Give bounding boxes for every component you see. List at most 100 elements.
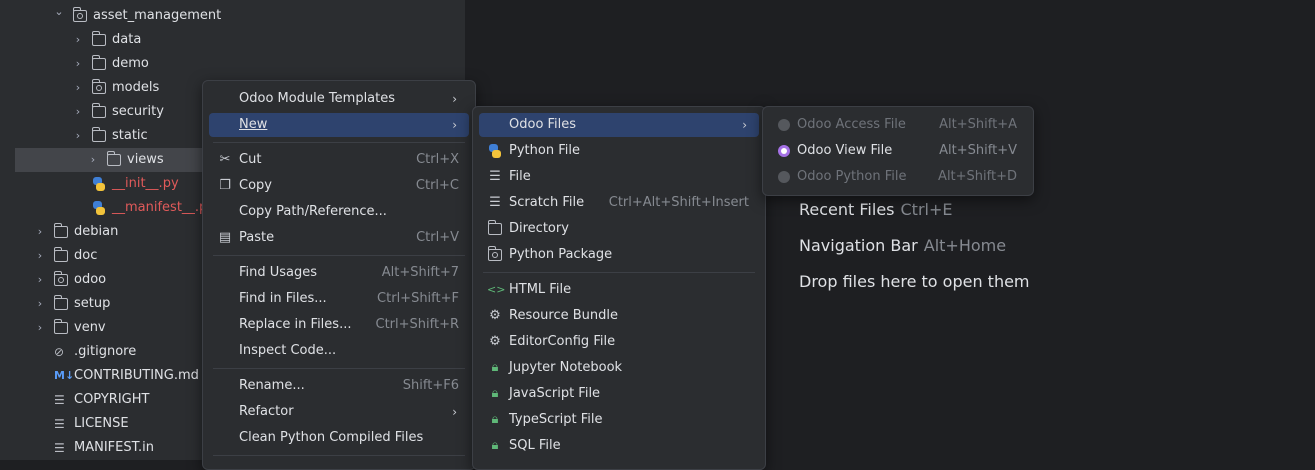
package-folder-icon: [53, 271, 68, 286]
new-submenu: Odoo Files › Python File ☰ File ☰ Scratc…: [472, 106, 766, 470]
welcome-recent-files[interactable]: Recent Files Ctrl+E: [799, 200, 952, 219]
menu-scratch-file-shortcut: Ctrl+Alt+Shift+Insert: [608, 195, 749, 210]
chevron-right-icon: ›: [452, 118, 457, 132]
gear-icon: ⚙: [489, 308, 501, 323]
menu-odoo-python-file-label: Odoo Python File: [797, 169, 907, 184]
tree-item-label: views: [127, 152, 164, 167]
folder-icon: [91, 127, 106, 142]
menu-copy-shortcut: Ctrl+C: [415, 178, 459, 193]
chevron-right-icon[interactable]: ›: [72, 28, 84, 52]
menu-file[interactable]: ☰ File: [479, 165, 759, 189]
menu-rename[interactable]: Rename... Shift+F6: [209, 374, 469, 398]
clipboard-icon: ▤: [218, 230, 232, 245]
html-icon: <>: [487, 283, 506, 296]
chevron-right-icon[interactable]: ›: [72, 124, 84, 148]
menu-odoo-files[interactable]: Odoo Files ›: [479, 113, 759, 137]
menu-copy-path[interactable]: Copy Path/Reference...: [209, 200, 469, 224]
menu-sql-label: SQL File: [509, 438, 561, 453]
menu-sql[interactable]: 🔒︎ SQL File: [479, 434, 759, 458]
menu-new[interactable]: New ›: [209, 113, 469, 137]
radio-icon: [778, 119, 790, 131]
ignore-file-icon: ⊘: [54, 345, 65, 359]
menu-clean-python[interactable]: Clean Python Compiled Files: [209, 426, 469, 450]
chevron-right-icon[interactable]: ›: [34, 244, 46, 268]
chevron-right-icon[interactable]: ›: [87, 148, 99, 172]
menu-directory-label: Directory: [509, 221, 569, 236]
menu-separator: [213, 455, 465, 456]
menu-python-file[interactable]: Python File: [479, 139, 759, 163]
menu-resource-bundle-label: Resource Bundle: [509, 308, 619, 323]
menu-cut[interactable]: ✂ Cut Ctrl+X: [209, 148, 469, 172]
package-folder-icon: [72, 7, 87, 22]
menu-javascript[interactable]: 🔒︎ JavaScript File: [479, 382, 759, 406]
menu-copy-path-label: Copy Path/Reference...: [239, 204, 387, 219]
menu-odoo-files-label: Odoo Files: [509, 117, 577, 132]
menu-odoo-view-file[interactable]: Odoo View File Alt+Shift+V: [769, 139, 1027, 163]
chevron-right-icon[interactable]: ›: [34, 268, 46, 292]
tree-item[interactable]: ⌄ asset_management: [0, 4, 465, 28]
menu-find-in-files-shortcut: Ctrl+Shift+F: [377, 291, 459, 306]
tree-item[interactable]: › data: [0, 28, 465, 52]
welcome-navigation-bar-label: Navigation Bar: [799, 236, 918, 255]
menu-cut-label: Cut: [239, 152, 262, 167]
menu-find-usages-shortcut: Alt+Shift+7: [381, 265, 459, 280]
menu-odoo-access-file-label: Odoo Access File: [797, 117, 906, 132]
menu-typescript[interactable]: 🔒︎ TypeScript File: [479, 408, 759, 432]
menu-inspect-code[interactable]: Inspect Code...: [209, 339, 469, 363]
odoo-files-submenu: Odoo Access File Alt+Shift+A Odoo View F…: [762, 106, 1034, 196]
menu-jupyter[interactable]: 🔒︎ Jupyter Notebook: [479, 356, 759, 380]
menu-paste[interactable]: ▤ Paste Ctrl+V: [209, 226, 469, 250]
lock-icon: 🔒︎: [491, 412, 499, 427]
menu-find-in-files[interactable]: Find in Files... Ctrl+Shift+F: [209, 287, 469, 311]
menu-replace-in-files[interactable]: Replace in Files... Ctrl+Shift+R: [209, 313, 469, 337]
menu-copy[interactable]: ❐ Copy Ctrl+C: [209, 174, 469, 198]
context-menu: Odoo Module Templates › New › ✂ Cut Ctrl…: [202, 80, 476, 470]
chevron-right-icon[interactable]: ›: [34, 220, 46, 244]
tree-item-label: CONTRIBUTING.md: [74, 368, 199, 383]
tree-item-label: COPYRIGHT: [74, 392, 150, 407]
menu-html-file[interactable]: <> HTML File: [479, 278, 759, 302]
menu-odoo-access-file-shortcut: Alt+Shift+A: [939, 117, 1017, 132]
chevron-down-icon[interactable]: ⌄: [53, 0, 65, 24]
chevron-right-icon[interactable]: ›: [72, 100, 84, 124]
folder-icon: [53, 247, 68, 262]
menu-python-package-label: Python Package: [509, 247, 613, 262]
menu-copy-label: Copy: [239, 178, 272, 193]
folder-icon: [53, 319, 68, 334]
tree-item-label: setup: [74, 296, 111, 311]
menu-separator: [213, 142, 465, 143]
radio-selected-icon: [778, 145, 790, 157]
menu-new-label: New: [239, 117, 268, 132]
tree-item[interactable]: › demo: [0, 52, 465, 76]
folder-icon: [91, 103, 106, 118]
tree-item-label: data: [112, 32, 142, 47]
chevron-right-icon[interactable]: ›: [34, 292, 46, 316]
menu-python-file-label: Python File: [509, 143, 580, 158]
tree-item-label: .gitignore: [74, 344, 137, 359]
copy-icon: ❐: [219, 178, 231, 193]
menu-odoo-python-file[interactable]: Odoo Python File Alt+Shift+D: [769, 165, 1027, 189]
chevron-right-icon[interactable]: ›: [34, 316, 46, 340]
menu-editorconfig[interactable]: ⚙ EditorConfig File: [479, 330, 759, 354]
menu-resource-bundle[interactable]: ⚙ Resource Bundle: [479, 304, 759, 328]
menu-javascript-label: JavaScript File: [509, 386, 601, 401]
tree-item-label: odoo: [74, 272, 107, 287]
menu-scratch-file[interactable]: ☰ Scratch File Ctrl+Alt+Shift+Insert: [479, 191, 759, 215]
menu-directory[interactable]: Directory: [479, 217, 759, 241]
menu-separator: [213, 368, 465, 369]
welcome-navigation-bar[interactable]: Navigation Bar Alt+Home: [799, 236, 1006, 255]
folder-icon: [53, 223, 68, 238]
menu-odoo-module-templates[interactable]: Odoo Module Templates ›: [209, 87, 469, 111]
menu-refactor[interactable]: Refactor ›: [209, 400, 469, 424]
welcome-recent-files-shortcut: Ctrl+E: [900, 200, 953, 219]
menu-cut-shortcut: Ctrl+X: [416, 152, 459, 167]
chevron-right-icon[interactable]: ›: [72, 76, 84, 100]
tree-item-label: asset_management: [93, 8, 222, 23]
chevron-right-icon[interactable]: ›: [72, 52, 84, 76]
radio-icon: [778, 171, 790, 183]
menu-editorconfig-label: EditorConfig File: [509, 334, 616, 349]
menu-odoo-access-file[interactable]: Odoo Access File Alt+Shift+A: [769, 113, 1027, 137]
welcome-recent-files-label: Recent Files: [799, 200, 895, 219]
menu-python-package[interactable]: Python Package: [479, 243, 759, 267]
menu-find-usages[interactable]: Find Usages Alt+Shift+7: [209, 261, 469, 285]
